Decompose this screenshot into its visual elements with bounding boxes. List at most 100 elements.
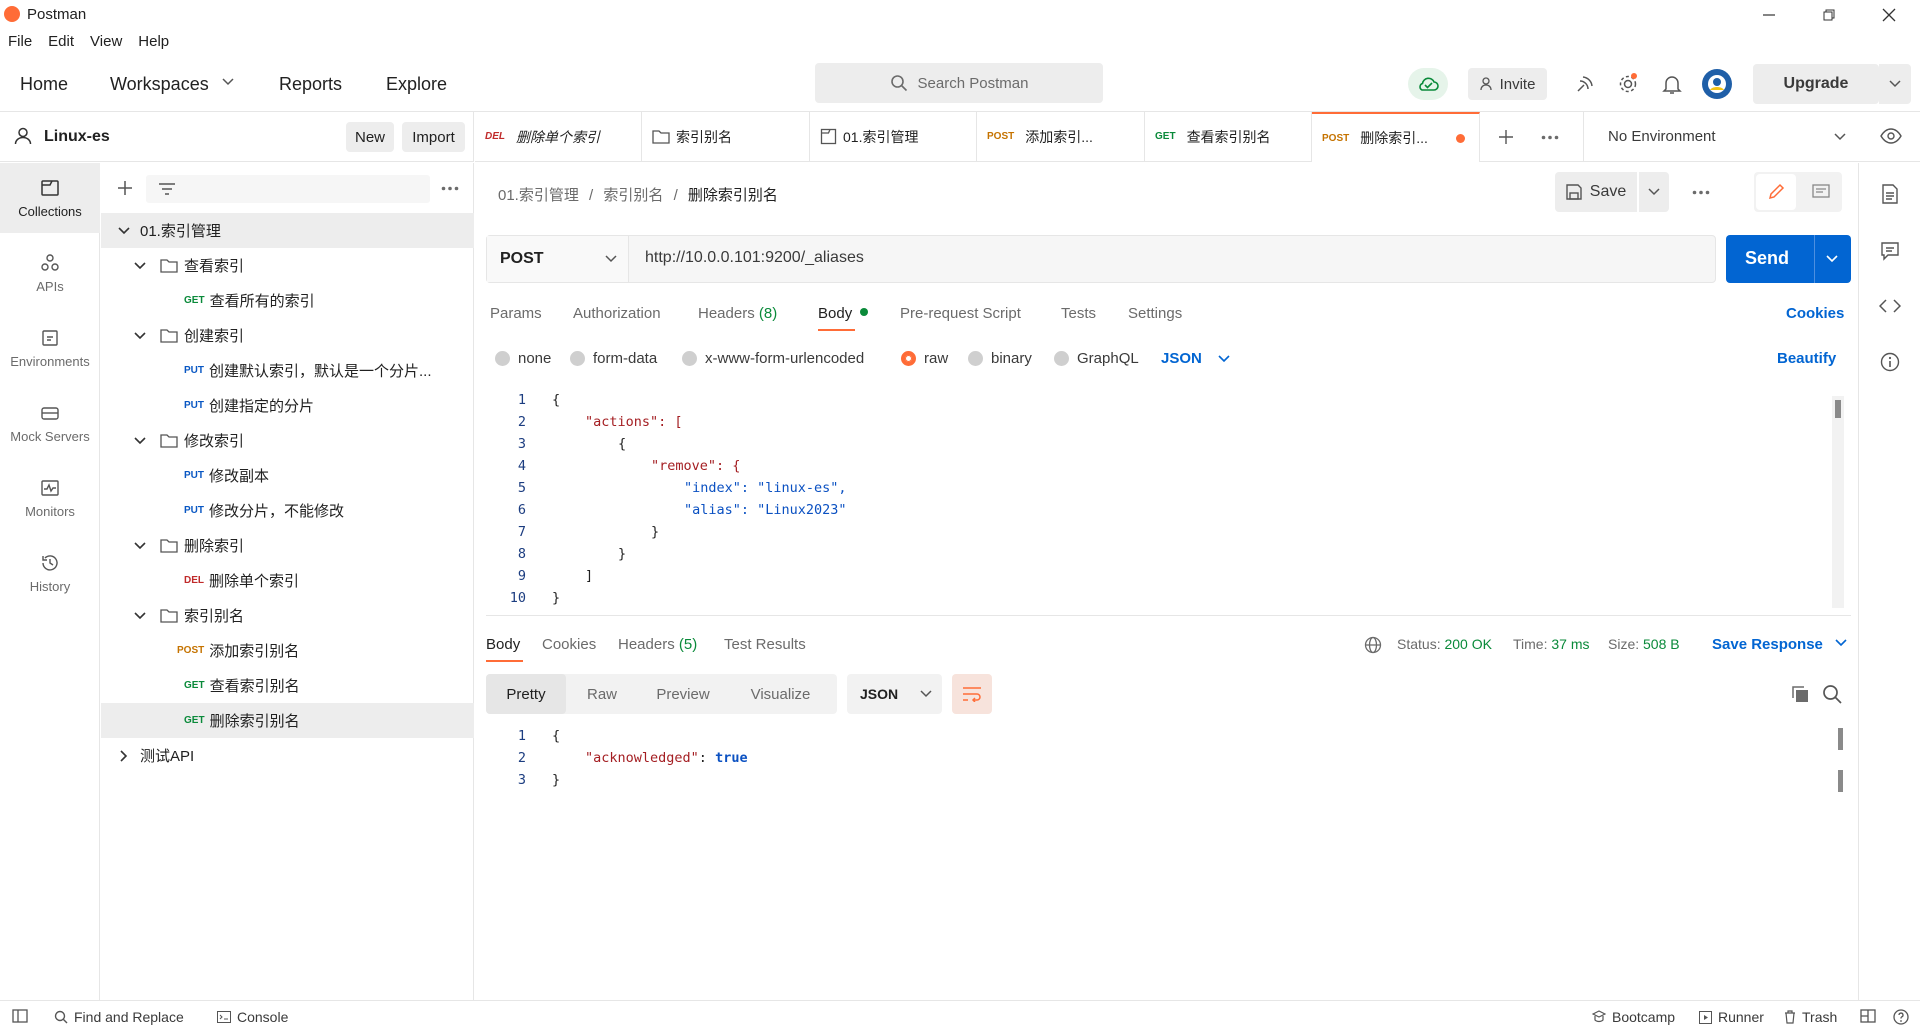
request-row[interactable]: PUT 修改副本	[101, 458, 474, 493]
collection-filter-input[interactable]	[146, 175, 430, 203]
radio-form-data[interactable]: form-data	[570, 350, 657, 367]
view-preview[interactable]: Preview	[638, 674, 728, 714]
response-format-select[interactable]: JSON	[847, 674, 942, 714]
runner-button[interactable]: Runner	[1699, 1009, 1764, 1025]
search-response-icon[interactable]	[1822, 684, 1842, 704]
folder-row[interactable]: 查看索引	[101, 248, 474, 283]
search-box[interactable]: Search Postman	[815, 63, 1103, 103]
tab-folder[interactable]: 索引别名	[642, 112, 810, 161]
radio-x-www-form-urlencoded[interactable]: x-www-form-urlencoded	[682, 350, 864, 367]
breadcrumb-request[interactable]: 删除索引别名	[688, 187, 778, 204]
breadcrumb-folder[interactable]: 索引别名	[603, 187, 663, 204]
restore-button[interactable]	[1806, 0, 1852, 30]
tab-collection[interactable]: 01.索引管理	[810, 112, 977, 161]
rail-environments[interactable]: Environments	[0, 313, 100, 383]
avatar[interactable]	[1702, 69, 1732, 99]
response-body[interactable]: 1 2 3 { "acknowledged": true }	[486, 728, 1851, 988]
menu-help[interactable]: Help	[130, 30, 177, 56]
chevron-down-icon[interactable]	[1826, 255, 1838, 263]
copy-icon[interactable]	[1790, 684, 1810, 704]
find-replace-button[interactable]: Find and Replace	[54, 1009, 184, 1025]
response-scroll-thumb[interactable]	[1838, 728, 1843, 750]
method-select[interactable]: POST	[487, 236, 629, 282]
menu-view[interactable]: View	[82, 30, 130, 56]
import-button[interactable]: Import	[402, 122, 465, 152]
response-tab-cookies[interactable]: Cookies	[542, 636, 596, 653]
environment-quick-look-eye-icon[interactable]	[1880, 127, 1902, 145]
tab-authorization[interactable]: Authorization	[573, 305, 661, 322]
edit-pencil-icon[interactable]	[1756, 174, 1796, 210]
sync-cloud-icon[interactable]	[1408, 68, 1448, 100]
save-menu-button[interactable]	[1639, 172, 1669, 212]
radio-binary[interactable]: binary	[968, 350, 1032, 367]
environment-select[interactable]: No Environment	[1583, 112, 1895, 161]
response-tab-test-results[interactable]: Test Results	[724, 636, 806, 653]
view-raw[interactable]: Raw	[566, 674, 638, 714]
add-collection-icon[interactable]	[117, 180, 133, 196]
upgrade-menu-button[interactable]	[1879, 64, 1911, 104]
request-row[interactable]: POST 添加索引别名	[101, 633, 474, 668]
editor-scrollbar[interactable]	[1832, 396, 1844, 608]
tab-request-active[interactable]: POST 删除索引...	[1312, 112, 1480, 162]
tab-settings[interactable]: Settings	[1128, 305, 1182, 322]
code-snippet-icon[interactable]	[1877, 293, 1903, 319]
close-window-button[interactable]	[1866, 0, 1912, 30]
bootcamp-button[interactable]: Bootcamp	[1592, 1009, 1675, 1025]
new-button[interactable]: New	[346, 122, 394, 152]
request-body-editor[interactable]: 1 2 3 4 5 6 7 8 9 10 { "actions": [ { "r…	[486, 392, 1851, 616]
view-visualize[interactable]: Visualize	[728, 674, 833, 714]
request-row[interactable]: PUT 创建默认索引，默认是一个分片...	[101, 353, 474, 388]
comments-icon[interactable]	[1877, 238, 1903, 264]
upgrade-button[interactable]: Upgrade	[1753, 64, 1879, 104]
rail-mock-servers[interactable]: Mock Servers	[0, 388, 100, 458]
tab-body[interactable]: Body	[818, 305, 869, 322]
request-row-selected[interactable]: GET 删除索引别名	[101, 703, 474, 738]
globe-icon[interactable]	[1364, 636, 1382, 654]
help-icon[interactable]	[1893, 1009, 1909, 1025]
request-row[interactable]: GET 查看索引别名	[101, 668, 474, 703]
radio-none[interactable]: none	[495, 350, 551, 367]
nav-explore[interactable]: Explore	[386, 74, 447, 95]
toggle-sidebar-icon[interactable]	[12, 1009, 28, 1023]
minimize-button[interactable]	[1746, 0, 1792, 30]
collection-row[interactable]: 测试API	[101, 738, 474, 773]
settings-gear-icon[interactable]	[1614, 70, 1642, 98]
tab-params[interactable]: Params	[490, 305, 542, 322]
radio-raw[interactable]: raw	[901, 350, 948, 367]
beautify-link[interactable]: Beautify	[1777, 350, 1836, 367]
tab-request[interactable]: DEL 删除单个索引	[475, 112, 642, 161]
notifications-bell-icon[interactable]	[1658, 70, 1686, 98]
request-more-icon[interactable]	[1692, 190, 1710, 195]
response-scroll-thumb-h[interactable]	[1838, 770, 1843, 792]
cookies-link[interactable]: Cookies	[1786, 305, 1844, 322]
request-row[interactable]: PUT 修改分片，不能修改	[101, 493, 474, 528]
rail-history[interactable]: History	[0, 538, 100, 608]
nav-home[interactable]: Home	[20, 74, 68, 95]
nav-reports[interactable]: Reports	[279, 74, 342, 95]
satellite-icon[interactable]	[1571, 70, 1599, 98]
collection-root[interactable]: 01.索引管理	[101, 213, 474, 248]
rail-collections[interactable]: Collections	[0, 163, 100, 233]
body-format-select[interactable]: JSON	[1161, 350, 1230, 367]
two-pane-icon[interactable]	[1860, 1009, 1876, 1023]
menu-file[interactable]: File	[0, 30, 40, 56]
tab-request[interactable]: POST 添加索引...	[977, 112, 1145, 161]
send-button[interactable]: Send	[1726, 235, 1851, 283]
save-response-button[interactable]: Save Response	[1712, 636, 1847, 653]
response-tab-body[interactable]: Body	[486, 636, 520, 653]
info-icon[interactable]	[1877, 349, 1903, 375]
tabs-more-icon[interactable]	[1541, 135, 1559, 140]
request-row[interactable]: DEL 删除单个索引	[101, 563, 474, 598]
request-row[interactable]: GET 查看所有的索引	[101, 283, 474, 318]
folder-row[interactable]: 删除索引	[101, 528, 474, 563]
tab-pre-request-script[interactable]: Pre-request Script	[900, 305, 1021, 322]
workspaces-chevron-icon[interactable]	[222, 78, 234, 86]
more-options-icon[interactable]	[441, 186, 459, 191]
breadcrumb-collection[interactable]: 01.索引管理	[498, 187, 579, 204]
comment-mode-icon[interactable]	[1802, 174, 1840, 210]
trash-button[interactable]: Trash	[1784, 1009, 1837, 1025]
documentation-icon[interactable]	[1877, 181, 1903, 207]
invite-button[interactable]: Invite	[1468, 68, 1547, 100]
radio-graphql[interactable]: GraphQL	[1054, 350, 1139, 367]
folder-row[interactable]: 修改索引	[101, 423, 474, 458]
